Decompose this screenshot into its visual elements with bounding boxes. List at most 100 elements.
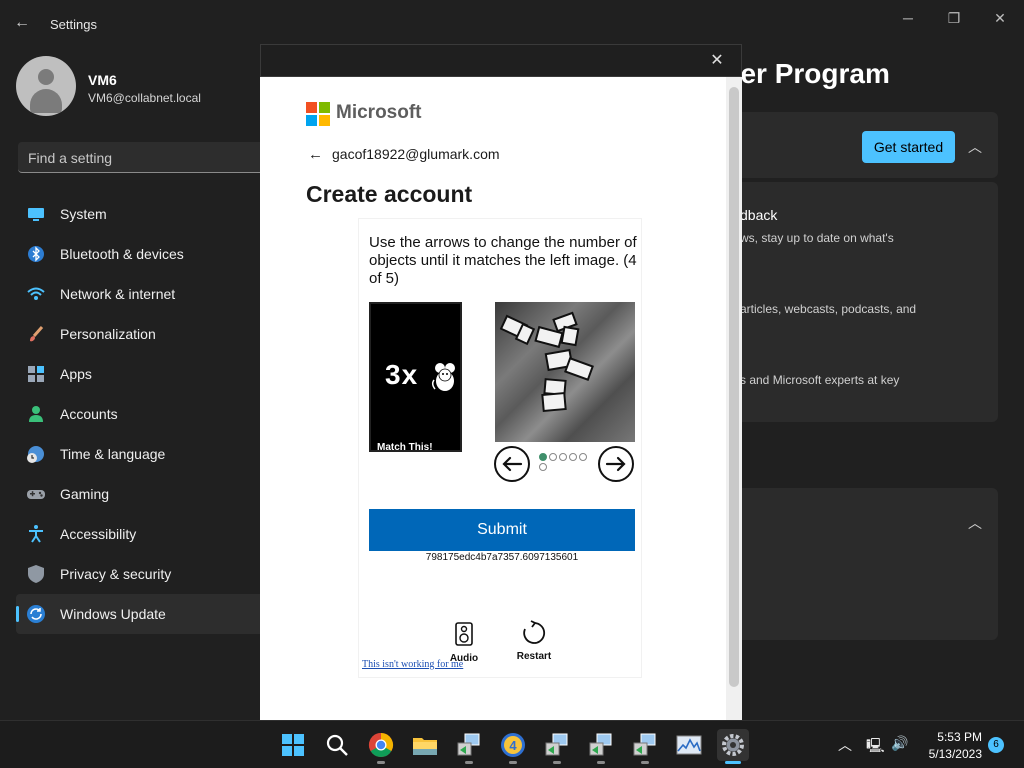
session-id: 798175edc4b7a7357.6097135601 bbox=[425, 552, 579, 563]
notification-badge[interactable]: 6 bbox=[988, 737, 1004, 753]
monitor-app-icon bbox=[589, 733, 612, 756]
sidebar-item-accessibility[interactable]: Accessibility bbox=[16, 514, 266, 554]
remote-app-button-3[interactable] bbox=[585, 729, 617, 761]
sidebar-item-label: Apps bbox=[60, 366, 92, 382]
sidebar-item-windows-update[interactable]: Windows Update bbox=[16, 594, 266, 634]
person-icon bbox=[29, 406, 43, 422]
help-link[interactable]: This isn't working for me bbox=[362, 659, 463, 670]
sidebar-item-apps[interactable]: Apps bbox=[16, 354, 266, 394]
back-arrow-icon[interactable]: ← bbox=[14, 14, 34, 34]
sidebar-item-label: Bluetooth & devices bbox=[60, 246, 184, 262]
avatar bbox=[16, 56, 76, 116]
progress-dot bbox=[569, 453, 577, 461]
resource-monitor-button[interactable] bbox=[673, 729, 705, 761]
clock-date[interactable]: 5/13/2023 bbox=[920, 747, 982, 761]
chrome-icon bbox=[368, 733, 394, 758]
remote-app-button-1[interactable] bbox=[453, 729, 485, 761]
start-button[interactable] bbox=[277, 729, 309, 761]
sidebar-item-gaming[interactable]: Gaming bbox=[16, 474, 266, 514]
progress-dot bbox=[559, 453, 567, 461]
get-started-button[interactable]: Get started bbox=[862, 131, 955, 163]
captcha-instruction: Use the arrows to change the number of o… bbox=[369, 234, 637, 287]
monitor-app-icon bbox=[457, 733, 480, 756]
feedback-text: dback bbox=[740, 207, 778, 223]
dialog-close-button[interactable]: ✕ bbox=[707, 51, 727, 71]
restart-button[interactable]: Restart bbox=[513, 620, 555, 662]
clock-time[interactable]: 5:53 PM bbox=[926, 730, 982, 744]
user-email: VM6@collabnet.local bbox=[88, 91, 201, 105]
accessibility-icon bbox=[29, 525, 43, 543]
gear-icon bbox=[722, 734, 744, 756]
title-bar: ← Settings ─ ❐ ✕ bbox=[0, 0, 1024, 48]
progress-dot bbox=[539, 463, 547, 471]
microsoft-wordmark: Microsoft bbox=[336, 102, 422, 123]
progress-dots bbox=[539, 453, 589, 473]
sidebar-item-accounts[interactable]: Accounts bbox=[16, 394, 266, 434]
sidebar-item-privacy-security[interactable]: Privacy & security bbox=[16, 554, 266, 594]
gamepad-icon bbox=[27, 490, 45, 499]
file-explorer-button[interactable] bbox=[409, 729, 441, 761]
volume-icon[interactable]: 🔊 bbox=[891, 735, 908, 752]
network-icon bbox=[27, 287, 45, 300]
sidebar-item-network-internet[interactable]: Network & internet bbox=[16, 274, 266, 314]
dialog-title: Create account bbox=[306, 181, 473, 207]
monitor-app-icon bbox=[545, 733, 568, 756]
submit-button[interactable]: Submit bbox=[369, 509, 635, 551]
network-icon[interactable]: 🖳 bbox=[866, 735, 885, 759]
info-text-3: s and Microsoft experts at key bbox=[740, 373, 900, 387]
settings-taskbar-button[interactable] bbox=[717, 729, 749, 761]
target-caption: Match This! bbox=[377, 442, 433, 453]
target-count: 3x bbox=[385, 359, 419, 390]
search-placeholder: Find a setting bbox=[28, 150, 113, 166]
restart-label: Restart bbox=[516, 651, 552, 662]
back-arrow-icon[interactable]: ← bbox=[308, 146, 323, 163]
arrow-right-icon bbox=[605, 456, 626, 472]
sidebar-item-system[interactable]: System bbox=[16, 194, 266, 234]
chevron-up-icon[interactable]: ︿ bbox=[965, 513, 985, 533]
chevron-up-icon[interactable]: ︿ bbox=[965, 137, 985, 157]
section-card bbox=[704, 488, 998, 640]
arrow-left-icon bbox=[502, 456, 523, 472]
sidebar-item-label: Windows Update bbox=[60, 606, 166, 622]
performance-chart-icon bbox=[676, 735, 702, 755]
chrome-button[interactable] bbox=[365, 729, 397, 761]
microsoft-logo-icon bbox=[306, 102, 330, 126]
captcha-target-image: 3x Match This! bbox=[369, 302, 462, 453]
next-arrow-button[interactable] bbox=[598, 446, 634, 482]
sidebar-item-label: Time & language bbox=[60, 446, 166, 462]
brush-icon bbox=[30, 326, 44, 342]
captcha-answer-image bbox=[495, 302, 635, 442]
progress-dot bbox=[549, 453, 557, 461]
sidebar-item-label: Accounts bbox=[60, 406, 118, 422]
search-input[interactable]: Find a setting bbox=[18, 142, 268, 173]
sidebar-item-time-language[interactable]: Time & language bbox=[16, 434, 266, 474]
sidebar-item-bluetooth-devices[interactable]: Bluetooth & devices bbox=[16, 234, 266, 274]
sidebar-item-label: Personalization bbox=[60, 326, 156, 342]
windows-logo-icon bbox=[282, 734, 304, 756]
minimize-button[interactable]: ─ bbox=[888, 6, 928, 30]
sidebar-item-personalization[interactable]: Personalization bbox=[16, 314, 266, 354]
account-email: gacof18922@glumark.com bbox=[332, 146, 500, 162]
close-button[interactable]: ✕ bbox=[980, 6, 1020, 30]
maximize-button[interactable]: ❐ bbox=[934, 6, 974, 30]
dice-objects bbox=[499, 311, 594, 413]
sidebar-item-label: System bbox=[60, 206, 107, 222]
previous-arrow-button[interactable] bbox=[494, 446, 530, 482]
dialog-scrollbar[interactable] bbox=[726, 77, 742, 720]
sidebar-item-label: Gaming bbox=[60, 486, 110, 502]
dialog-title-bar: ✕ bbox=[260, 44, 742, 77]
search-button[interactable] bbox=[321, 729, 353, 761]
chevron-up-icon[interactable]: ︿ bbox=[838, 735, 852, 755]
folder-icon bbox=[413, 738, 437, 755]
audio-button[interactable]: Audio bbox=[446, 622, 482, 664]
system-icon bbox=[28, 208, 44, 221]
app-4-icon: 4 bbox=[501, 733, 525, 757]
remote-app-button-4[interactable] bbox=[629, 729, 661, 761]
user-profile[interactable]: VM6 VM6@collabnet.local bbox=[16, 56, 256, 120]
taskbar: 4 ︿ 🖳 🔊 5:53 PM 5/13/2023 6 bbox=[0, 720, 1024, 768]
progress-dot bbox=[579, 453, 587, 461]
restart-icon bbox=[523, 620, 546, 644]
app-4-button[interactable]: 4 bbox=[497, 729, 529, 761]
remote-app-button-2[interactable] bbox=[541, 729, 573, 761]
search-icon bbox=[326, 734, 348, 756]
